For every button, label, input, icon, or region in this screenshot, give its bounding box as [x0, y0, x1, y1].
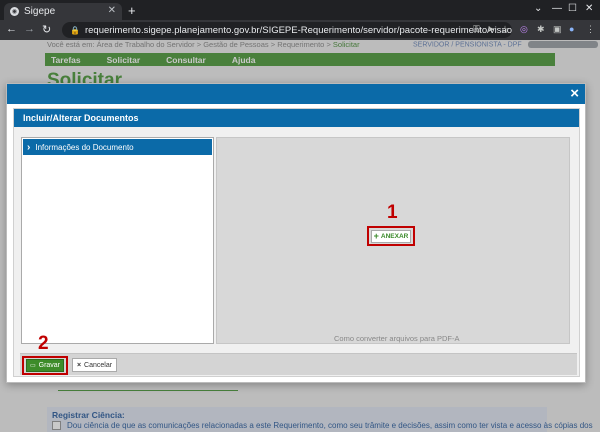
browser-menu-icon[interactable]: ⋮ — [586, 24, 595, 35]
lock-icon: 🔒 — [70, 25, 80, 35]
anexar-highlight: + ANEXAR — [367, 226, 415, 246]
anexar-label: ANEXAR — [380, 232, 409, 240]
cancelar-button[interactable]: × Cancelar — [72, 358, 117, 372]
sidebar-item-label: Informações do Documento — [35, 142, 134, 152]
profile-avatar-icon[interactable]: ● — [569, 24, 574, 34]
back-icon[interactable]: ← — [6, 23, 17, 35]
bookmark-star-icon[interactable]: ☆ — [501, 24, 509, 35]
tab-close-icon[interactable]: ✕ — [108, 5, 116, 16]
pdf-a-help-link[interactable]: Como converter arquivos para PDF-A — [334, 334, 459, 343]
maximize-icon[interactable]: ☐ — [568, 3, 577, 14]
window-close-icon[interactable]: ✕ — [585, 3, 593, 14]
address-bar[interactable]: 🔒 requerimento.sigepe.planejamento.gov.b… — [62, 22, 512, 38]
step-marker-2: 2 — [38, 333, 49, 354]
document-sidebar: › Informações do Documento — [21, 137, 214, 344]
browser-tab[interactable]: ◉ Sigepe ✕ — [4, 3, 122, 20]
tab-search-icon[interactable]: ⌄ — [534, 3, 542, 14]
dialog-footer: ▭ Gravar × Cancelar — [20, 353, 577, 375]
gravar-label: Gravar — [38, 362, 61, 369]
document-content-area: 1 + ANEXAR Como converter arquivos para … — [216, 137, 570, 344]
side-panel-icon[interactable]: ▣ — [553, 24, 562, 35]
panel-title: Incluir/Alterar Documentos — [14, 109, 579, 127]
sidebar-item-document-info[interactable]: › Informações do Documento — [23, 139, 212, 155]
gravar-highlight: ▭ Gravar — [22, 356, 68, 375]
close-icon[interactable]: × — [570, 85, 579, 102]
site-favicon-icon: ◉ — [10, 7, 19, 16]
save-icon: ▭ — [29, 363, 36, 369]
browser-tab-bar: ◉ Sigepe ✕ + ⌄ — ☐ ✕ — [0, 0, 600, 20]
dialog-header: × — [7, 84, 585, 104]
extension-icon[interactable]: ◎ — [520, 24, 528, 35]
url-text: requerimento.sigepe.planejamento.gov.br/… — [84, 24, 512, 36]
step-marker-1: 1 — [387, 202, 398, 223]
documents-dialog: × Incluir/Alterar Documentos › Informaçõ… — [6, 83, 586, 383]
plus-icon: + — [373, 231, 379, 241]
reload-icon[interactable]: ↻ — [42, 23, 51, 36]
browser-toolbar: ← → ↻ 🔒 requerimento.sigepe.planejamento… — [0, 20, 600, 40]
new-tab-button[interactable]: + — [128, 3, 136, 18]
minimize-icon[interactable]: — — [552, 3, 562, 14]
share-icon[interactable]: ➤ — [487, 24, 495, 35]
cancelar-label: Cancelar — [84, 361, 113, 369]
tab-title: Sigepe — [24, 6, 56, 17]
gravar-button[interactable]: ▭ Gravar — [26, 359, 64, 372]
forward-icon[interactable]: → — [24, 23, 35, 35]
key-icon[interactable]: ⚿ — [473, 24, 480, 35]
anexar-button[interactable]: + ANEXAR — [371, 229, 411, 243]
extensions-puzzle-icon[interactable]: ✱ — [537, 24, 545, 35]
chevron-right-icon: › — [27, 141, 31, 153]
documents-panel: Incluir/Alterar Documentos › Informações… — [13, 108, 580, 377]
close-x-icon: × — [76, 361, 82, 369]
